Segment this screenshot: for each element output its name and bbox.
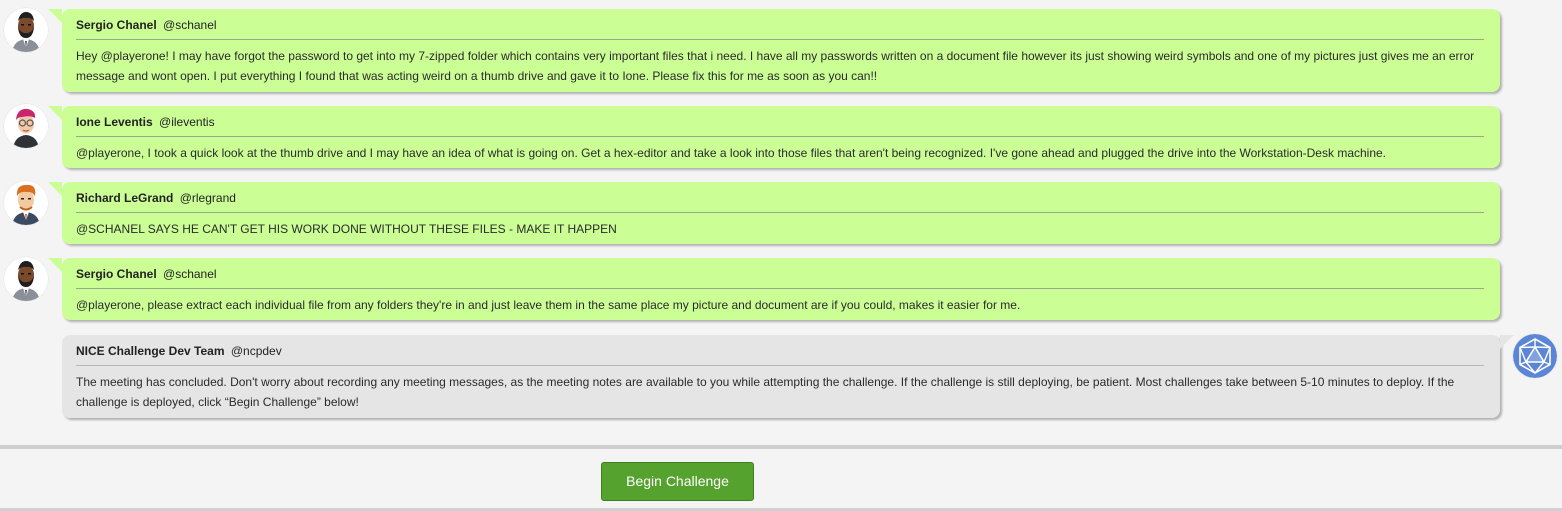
message-header: Sergio Chanel @schanel <box>76 266 1484 289</box>
message-body: @playerone, please extract each individu… <box>76 298 1021 312</box>
chat-message: Ione Leventis @ileventis @playerone, I t… <box>48 106 1500 168</box>
footer-bar: Begin Challenge <box>0 445 1562 511</box>
message-header: Sergio Chanel @schanel <box>76 17 1484 40</box>
begin-challenge-button[interactable]: Begin Challenge <box>601 462 754 501</box>
message-author: Sergio Chanel <box>76 18 157 32</box>
message-header: Ione Leventis @ileventis <box>76 114 1484 137</box>
message-body: @playerone, I took a quick look at the t… <box>76 146 1387 160</box>
message-author: NICE Challenge Dev Team <box>76 344 225 358</box>
icosahedron-logo-icon <box>1513 334 1557 378</box>
meeting-chat: Sergio Chanel @schanel Hey @playerone! I… <box>0 0 1562 445</box>
message-handle: @rlegrand <box>179 191 236 205</box>
man-with-beard-avatar-icon <box>4 8 48 52</box>
message-header: NICE Challenge Dev Team @ncpdev <box>76 343 1484 366</box>
message-author: Ione Leventis <box>76 115 153 129</box>
chat-message: Sergio Chanel @schanel Hey @playerone! I… <box>48 9 1500 92</box>
message-body: The meeting has concluded. Don't worry a… <box>76 375 1455 409</box>
message-handle: @schanel <box>163 267 217 281</box>
message-author: Richard LeGrand <box>76 191 174 205</box>
message-handle: @schanel <box>163 18 217 32</box>
message-body: Hey @playerone! I may have forgot the pa… <box>76 49 1475 83</box>
message-handle: @ileventis <box>159 115 215 129</box>
message-body: @SCHANEL SAYS HE CAN'T GET HIS WORK DONE… <box>76 222 617 236</box>
chat-message: Sergio Chanel @schanel @playerone, pleas… <box>48 258 1500 320</box>
chat-message: NICE Challenge Dev Team @ncpdev The meet… <box>62 335 1514 418</box>
chat-message: Richard LeGrand @rlegrand @SCHANEL SAYS … <box>48 182 1500 244</box>
red-haired-man-avatar-icon <box>4 181 48 225</box>
message-author: Sergio Chanel <box>76 267 157 281</box>
message-handle: @ncpdev <box>230 344 282 358</box>
man-with-beard-avatar-icon <box>4 257 48 301</box>
woman-with-glasses-avatar-icon <box>4 104 48 148</box>
message-header: Richard LeGrand @rlegrand <box>76 190 1484 213</box>
